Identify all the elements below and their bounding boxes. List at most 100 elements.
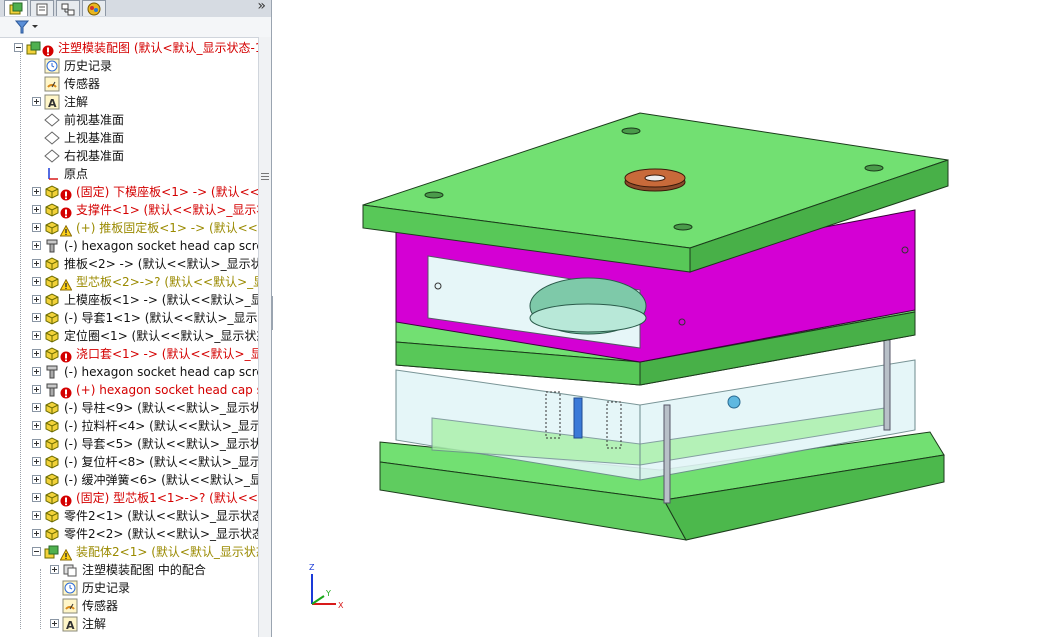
warning-icon (59, 546, 73, 561)
collapse-icon[interactable] (14, 43, 23, 52)
graphics-area[interactable]: Z X Y (273, 0, 1050, 637)
feature-tree-item[interactable]: 上视基准面 (0, 129, 258, 147)
expand-icon[interactable] (32, 349, 41, 358)
expand-icon[interactable] (32, 475, 41, 484)
annotation-icon: A (62, 616, 78, 632)
feature-tree-item[interactable]: 推板<2> -> (默认<<默认>_显示状态 (0, 255, 258, 273)
feature-tree-item[interactable]: 右视基准面 (0, 147, 258, 165)
feature-tree-item[interactable]: 支撑件<1> (默认<<默认>_显示状态 (0, 201, 258, 219)
error-icon (60, 492, 72, 507)
error-icon (60, 204, 72, 219)
feature-tree-item[interactable]: (-) hexagon socket head cap screws (0, 363, 258, 381)
filter-icon[interactable] (14, 17, 44, 37)
feature-tree-item[interactable]: (-) 导套1<1> (默认<<默认>_显示状态 (0, 309, 258, 327)
manager-tabs: » (0, 0, 271, 18)
feature-tree-item[interactable]: A 注解 (0, 615, 258, 633)
expand-icon[interactable] (32, 277, 41, 286)
feature-tree-item[interactable]: (-) 缓冲弹簧<6> (默认<<默认>_显示状 (0, 471, 258, 489)
part-icon (44, 220, 60, 236)
expand-icon[interactable] (32, 187, 41, 196)
plane-icon (44, 130, 60, 146)
warning-icon (59, 222, 73, 237)
feature-tree-item[interactable]: 注塑模装配图 (默认<默认_显示状态-1 (0, 39, 258, 57)
expand-icon[interactable] (32, 97, 41, 106)
feature-tree-item[interactable]: 注塑模装配图 中的配合 (0, 561, 258, 579)
feature-tree-item[interactable]: 零件2<1> (默认<<默认>_显示状态 1: (0, 507, 258, 525)
tree-item-label: 支撑件<1> (默认<<默认>_显示状态 (76, 203, 258, 217)
part-icon (44, 184, 60, 200)
feature-tree-item[interactable]: (-) 复位杆<8> (默认<<默认>_显示状态 (0, 453, 258, 471)
collapse-icon[interactable] (32, 547, 41, 556)
locating-ring[interactable] (624, 168, 686, 192)
part-icon (44, 472, 60, 488)
expand-icon[interactable] (50, 619, 59, 628)
feature-tree-item[interactable]: 零件2<2> (默认<<默认>_显示状态 1: (0, 525, 258, 543)
expand-icon[interactable] (32, 511, 41, 520)
feature-tree-item[interactable]: (-) 导柱<9> (默认<<默认>_显示状态 (0, 399, 258, 417)
expand-icon[interactable] (32, 457, 41, 466)
history-icon (62, 580, 78, 596)
expand-icon[interactable] (32, 331, 41, 340)
expand-icon[interactable] (32, 493, 41, 502)
tree-item-label: 零件2<1> (默认<<默认>_显示状态 1: (64, 509, 258, 523)
feature-tree-item[interactable]: (+) hexagon socket head cap scr (0, 381, 258, 399)
expand-icon[interactable] (32, 385, 41, 394)
tree-item-label: 零件2<2> (默认<<默认>_显示状态 1: (64, 527, 258, 541)
expand-icon[interactable] (32, 403, 41, 412)
scrollbar-grip[interactable] (261, 167, 269, 187)
tree-item-label: 注解 (64, 95, 89, 109)
expand-icon[interactable] (32, 223, 41, 232)
tree-item-label: 定位圈<1> (默认<<默认>_显示状态 1 (64, 329, 258, 343)
feature-tree-item[interactable]: 传感器 (0, 597, 258, 615)
feature-tree-item[interactable]: A 注解 (0, 93, 258, 111)
feature-tree-item[interactable]: 定位圈<1> (默认<<默认>_显示状态 1 (0, 327, 258, 345)
tree-item-label: 原点 (64, 167, 89, 181)
tab-feature-manager[interactable] (4, 0, 28, 16)
feature-tree-item[interactable]: 上模座板<1> -> (默认<<默认>_显示 (0, 291, 258, 309)
tab-display-manager[interactable] (82, 0, 106, 16)
feature-tree-item[interactable]: 浇口套<1> -> (默认<<默认>_显示 (0, 345, 258, 363)
expand-icon[interactable] (32, 313, 41, 322)
feature-tree-item[interactable]: (固定) 型芯板1<1>->? (默认<<默认 (0, 489, 258, 507)
feature-tree-item[interactable]: 历史记录 (0, 57, 258, 75)
sensor-icon (62, 598, 78, 614)
expand-icon[interactable] (32, 241, 41, 250)
feature-tree-item[interactable]: (+) 推板固定板<1> -> (默认<<默认 (0, 219, 258, 237)
feature-tree-item[interactable]: 装配体2<1> (默认<默认_显示状态- (0, 543, 258, 561)
feature-tree-item[interactable]: 原点 (0, 165, 258, 183)
tree-item-label: 右视基准面 (64, 149, 125, 163)
feature-tree-item[interactable]: 型芯板<2>->? (默认<<默认>_显示 (0, 273, 258, 291)
configuration-manager-icon (61, 3, 75, 16)
feature-tree-item[interactable]: 传感器 (0, 75, 258, 93)
feature-tree-item[interactable]: (-) hexagon socket head cap screws (0, 237, 258, 255)
expand-icon[interactable] (32, 295, 41, 304)
expand-icon[interactable] (32, 529, 41, 538)
tab-configuration-manager[interactable] (56, 0, 80, 16)
expand-icon[interactable] (50, 565, 59, 574)
feature-tree-item[interactable]: (-) 拉料杆<4> (默认<<默认>_显示状态 (0, 417, 258, 435)
expand-icon[interactable] (32, 205, 41, 214)
expand-icon[interactable] (32, 259, 41, 268)
feature-tree-item[interactable]: 历史记录 (0, 579, 258, 597)
assembly-icon (26, 40, 42, 56)
feature-tree-item[interactable]: (固定) 下模座板<1> -> (默认<<默认 (0, 183, 258, 201)
feature-tree-item[interactable]: 前视基准面 (0, 111, 258, 129)
feature-manager-icon (9, 2, 23, 15)
feature-manager-panel: » 注塑模装配图 (默认<默认_显示状态-1 历史记录 传感器 A 注解 前视基准面 上视基… (0, 0, 272, 637)
expand-icon[interactable] (32, 439, 41, 448)
expand-icon[interactable] (32, 367, 41, 376)
tree-scrollbar[interactable] (258, 37, 271, 637)
part-icon (44, 310, 60, 326)
plane-icon (44, 112, 60, 128)
expand-icon[interactable] (32, 421, 41, 430)
screw-icon (44, 364, 60, 380)
part-icon (44, 418, 60, 434)
tree-item-label: 历史记录 (64, 59, 113, 73)
tab-property-manager[interactable] (30, 0, 54, 16)
mold-assembly-model[interactable]: Z X Y (273, 0, 1050, 637)
history-icon (44, 58, 60, 74)
plane-icon (44, 148, 60, 164)
feature-tree-item[interactable]: (-) 导套<5> (默认<<默认>_显示状态 (0, 435, 258, 453)
more-tabs-chevron-icon[interactable]: » (257, 0, 266, 14)
part-icon (44, 526, 60, 542)
